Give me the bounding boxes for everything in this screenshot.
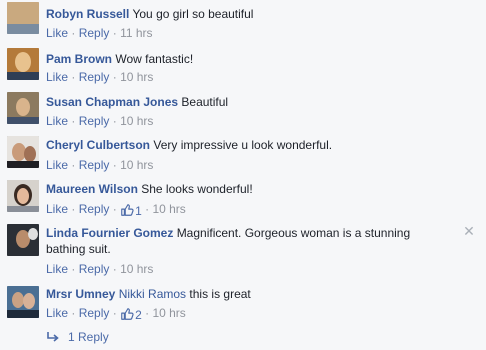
like-count-number: 2 (135, 308, 142, 322)
commenter-name[interactable]: Linda Fournier Gomez (46, 226, 173, 240)
avatar[interactable] (7, 136, 39, 168)
like-button[interactable]: Like (46, 306, 68, 320)
like-button[interactable]: Like (46, 262, 68, 276)
avatar[interactable] (7, 286, 39, 318)
reply-button[interactable]: Reply (79, 158, 110, 172)
comment-actions: Like · Reply · 10 hrs (46, 69, 153, 85)
reply-button[interactable]: Reply (79, 26, 110, 40)
comment-text: Wow fantastic! (115, 52, 194, 66)
separator: · (112, 70, 117, 84)
separator: · (145, 306, 150, 320)
thumbs-up-icon (121, 308, 134, 320)
comment-body: Robyn Russell You go girl so beautiful (46, 6, 456, 22)
separator: · (71, 70, 76, 84)
like-button[interactable]: Like (46, 202, 68, 216)
comment-body: Cheryl Culbertson Very impressive u look… (46, 137, 456, 153)
separator: · (112, 202, 117, 216)
comment-actions: Like · Reply · 1 · 10 hrs (46, 201, 186, 219)
commenter-name[interactable]: Pam Brown (46, 52, 112, 66)
thumbs-up-icon (121, 204, 134, 216)
commenter-name[interactable]: Maureen Wilson (46, 182, 138, 196)
like-count-number: 1 (135, 204, 142, 218)
separator: · (145, 202, 150, 216)
separator: · (112, 262, 117, 276)
comment-text: Beautiful (181, 95, 229, 109)
reply-button[interactable]: Reply (79, 202, 110, 216)
timestamp[interactable]: 10 hrs (120, 262, 153, 276)
commenter-name[interactable]: Robyn Russell (46, 7, 129, 21)
comment-body: Susan Chapman Jones Beautiful (46, 94, 456, 110)
separator: · (112, 158, 117, 172)
reply-button[interactable]: Reply (79, 262, 110, 276)
comment-body: Mrsr Umney Nikki Ramos this is great (46, 286, 456, 302)
avatar[interactable] (7, 2, 39, 34)
comment-actions: Like · Reply · 2 · 10 hrs (46, 305, 186, 323)
commenter-name[interactable]: Susan Chapman Jones (46, 95, 178, 109)
avatar[interactable] (7, 180, 39, 212)
separator: · (112, 306, 117, 320)
comment-actions: Like · Reply · 10 hrs (46, 261, 153, 277)
reply-button[interactable]: Reply (79, 114, 110, 128)
like-button[interactable]: Like (46, 158, 68, 172)
timestamp[interactable]: 10 hrs (120, 158, 153, 172)
commenter-name[interactable]: Mrsr Umney (46, 287, 115, 301)
like-button[interactable]: Like (46, 26, 68, 40)
view-replies-label: 1 Reply (68, 330, 109, 344)
separator: · (71, 158, 76, 172)
comment-text: Very impressive u look wonderful. (153, 138, 333, 152)
comment-actions: Like · Reply · 10 hrs (46, 157, 153, 173)
commenter-name[interactable]: Cheryl Culbertson (46, 138, 150, 152)
separator: · (112, 26, 117, 40)
avatar[interactable] (7, 224, 39, 256)
like-button[interactable]: Like (46, 114, 68, 128)
close-icon[interactable]: ✕ (463, 224, 475, 238)
like-count[interactable]: 2 (120, 307, 142, 323)
separator: · (71, 202, 76, 216)
view-replies-link[interactable]: 1 Reply (46, 329, 109, 345)
separator: · (71, 114, 76, 128)
comment-text: She looks wonderful! (141, 182, 253, 196)
like-count[interactable]: 1 (120, 203, 142, 219)
separator: · (71, 306, 76, 320)
timestamp[interactable]: 10 hrs (120, 70, 153, 84)
timestamp[interactable]: 10 hrs (152, 306, 185, 320)
reply-button[interactable]: Reply (79, 306, 110, 320)
timestamp[interactable]: 10 hrs (120, 114, 153, 128)
comment-text: You go girl so beautiful (132, 7, 254, 21)
tagged-user-link[interactable]: Nikki Ramos (119, 287, 186, 301)
comment-body: Maureen Wilson She looks wonderful! (46, 181, 456, 197)
avatar[interactable] (7, 48, 39, 80)
comment-body: Linda Fournier Gomez Magnificent. Gorgeo… (46, 225, 451, 257)
separator: · (112, 114, 117, 128)
timestamp[interactable]: 11 hrs (120, 26, 152, 40)
comment-text: this is great (189, 287, 251, 301)
comment-actions: Like · Reply · 10 hrs (46, 113, 153, 129)
separator: · (71, 26, 76, 40)
separator: · (71, 262, 76, 276)
reply-arrow-icon (47, 332, 59, 342)
reply-button[interactable]: Reply (79, 70, 110, 84)
avatar[interactable] (7, 92, 39, 124)
timestamp[interactable]: 10 hrs (152, 202, 185, 216)
comment-actions: Like · Reply · 11 hrs (46, 25, 153, 41)
comment-body: Pam Brown Wow fantastic! (46, 51, 456, 67)
like-button[interactable]: Like (46, 70, 68, 84)
